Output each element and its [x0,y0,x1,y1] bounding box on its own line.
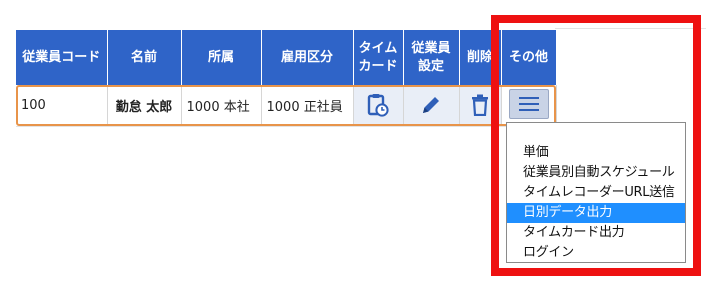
employee-table-container: 従業員コード 名前 所属 雇用区分 タイム カード 従業員 設定 削除 その他 [16,30,557,125]
divider-line [16,126,556,127]
header-timecard-line1: タイム [358,40,398,56]
header-employee-code: 従業員コード [16,30,108,85]
clipboard-clock-icon[interactable] [367,93,389,117]
table-header-row: 従業員コード 名前 所属 雇用区分 タイム カード 従業員 設定 削除 その他 [16,30,557,85]
pencil-icon[interactable] [420,94,442,116]
trash-icon[interactable] [471,94,489,116]
header-timecard: タイム カード [353,30,404,85]
header-timecard-line2: カード [358,58,398,74]
table-row: 100 勤怠 太郎 1000 本社 1000 正社員 [16,85,557,125]
header-employee-settings-line2: 設定 [417,58,444,74]
highlight-annotation-box [491,15,701,276]
cell-employee-code: 100 [16,85,108,125]
header-department: 所属 [181,30,262,85]
employee-table: 従業員コード 名前 所属 雇用区分 タイム カード 従業員 設定 削除 その他 [16,30,557,125]
timecard-cell [353,85,404,125]
cell-name: 勤怠 太郎 [107,85,182,125]
edit-cell [403,85,460,125]
cell-department: 1000 本社 [181,85,262,125]
header-employment-type: 雇用区分 [261,30,354,85]
header-name: 名前 [107,30,182,85]
header-employee-settings: 従業員 設定 [403,30,460,85]
header-delete-label: 削除 [466,49,493,65]
cell-employment-type: 1000 正社員 [261,85,354,125]
header-employee-settings-line1: 従業員 [411,40,451,56]
